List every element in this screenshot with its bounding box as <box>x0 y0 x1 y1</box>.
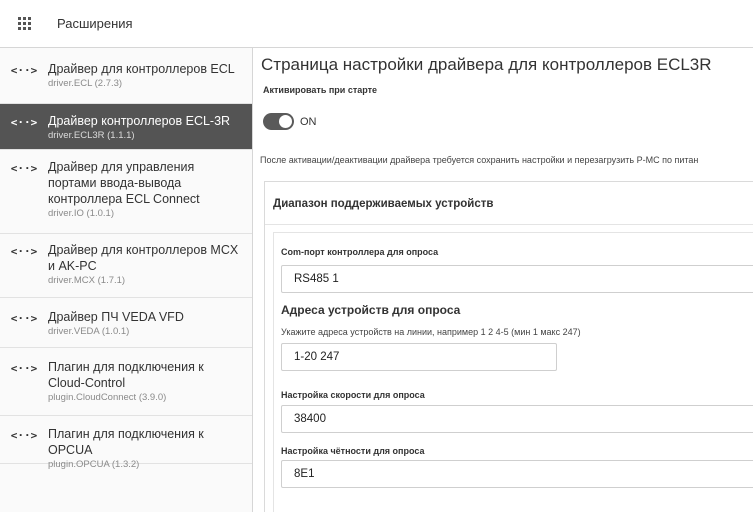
addresses-hint: Укажите адреса устройств на линии, напри… <box>281 327 581 337</box>
sidebar-item-version: plugin.OPCUA (1.3.2) <box>48 459 140 470</box>
sidebar-item-driver-ecl3r[interactable]: <··> Драйвер контроллеров ECL-3R driver.… <box>0 104 252 150</box>
sidebar-item-label: Драйвер для управления портами ввода-выв… <box>48 160 200 206</box>
sidebar-item-version: driver.ECL (2.7.3) <box>48 78 123 89</box>
sidebar-item-version: driver.VEDA (1.0.1) <box>48 326 130 337</box>
sidebar-item-plugin-cloudconnect[interactable]: <··> Плагин для подключения к Cloud-Cont… <box>0 348 252 416</box>
sidebar-item-driver-io[interactable]: <··> Драйвер для управления портами ввод… <box>0 150 252 234</box>
code-icon: <··> <box>10 162 38 175</box>
speed-label: Настройка скорости для опроса <box>281 390 425 400</box>
sidebar-item-driver-mcx[interactable]: <··> Драйвер для контроллеров MCX и AK-P… <box>0 234 252 298</box>
toggle-state-label: ON <box>300 116 317 128</box>
autostart-label: Активировать при старте <box>263 85 378 95</box>
page-heading: Расширения <box>57 16 133 31</box>
restart-notice: После активации/деактивации драйвера тре… <box>260 155 699 165</box>
sidebar-item-label: Драйвер контроллеров ECL-3R <box>48 114 231 128</box>
code-icon: <··> <box>10 64 38 77</box>
sidebar-item-version: driver.ECL3R (1.1.1) <box>48 130 135 141</box>
sidebar-item-label: Драйвер ПЧ VEDA VFD <box>48 310 184 324</box>
autostart-toggle[interactable] <box>263 113 294 130</box>
sidebar-item-version: plugin.CloudConnect (3.9.0) <box>48 392 167 403</box>
sidebar-item-driver-veda[interactable]: <··> Драйвер ПЧ VEDA VFD driver.VEDA (1.… <box>0 298 252 348</box>
code-icon: <··> <box>10 312 38 325</box>
addresses-heading: Адреса устройств для опроса <box>281 303 461 317</box>
device-range-form: Com-порт контроллера для опроса RS485 1 … <box>273 232 753 512</box>
card-divider <box>265 224 753 225</box>
sidebar-item-version: driver.IO (1.0.1) <box>48 208 114 219</box>
parity-label: Настройка чётности для опроса <box>281 446 425 456</box>
sidebar-item-plugin-opcua[interactable]: <··> Плагин для подключения к OPCUA plug… <box>0 416 252 470</box>
sidebar-item-label: Плагин для подключения к OPCUA <box>48 427 204 457</box>
sidebar-item-label: Плагин для подключения к Cloud-Control <box>48 360 204 390</box>
com-port-label: Com-порт контроллера для опроса <box>281 247 439 257</box>
code-icon: <··> <box>10 116 38 129</box>
top-bar: Расширения <box>0 0 753 48</box>
code-icon: <··> <box>10 362 38 375</box>
com-port-field[interactable]: RS485 1 <box>281 265 753 293</box>
addresses-field[interactable]: 1-20 247 <box>281 343 557 371</box>
driver-settings-panel: Страница настройки драйвера для контролл… <box>254 48 753 512</box>
sidebar-item-label: Драйвер для контроллеров ECL <box>48 62 235 76</box>
sidebar-item-label: Драйвер для контроллеров MCX и AK-PC <box>48 243 239 273</box>
code-icon: <··> <box>10 429 38 442</box>
speed-field[interactable]: 38400 <box>281 405 753 433</box>
device-range-card: Диапазон поддерживаемых устройств Com-по… <box>264 181 753 512</box>
card-title: Диапазон поддерживаемых устройств <box>273 198 494 210</box>
code-icon: <··> <box>10 245 38 258</box>
page-title: Страница настройки драйвера для контролл… <box>261 55 712 74</box>
sidebar-item-version: driver.MCX (1.7.1) <box>48 275 126 286</box>
sidebar-item-driver-ecl[interactable]: <··> Драйвер для контроллеров ECL driver… <box>0 48 252 104</box>
parity-field[interactable]: 8E1 <box>281 460 753 488</box>
extensions-sidebar: <··> Драйвер для контроллеров ECL driver… <box>0 48 253 512</box>
apps-grid-icon[interactable] <box>0 0 48 48</box>
toggle-knob <box>278 114 293 129</box>
